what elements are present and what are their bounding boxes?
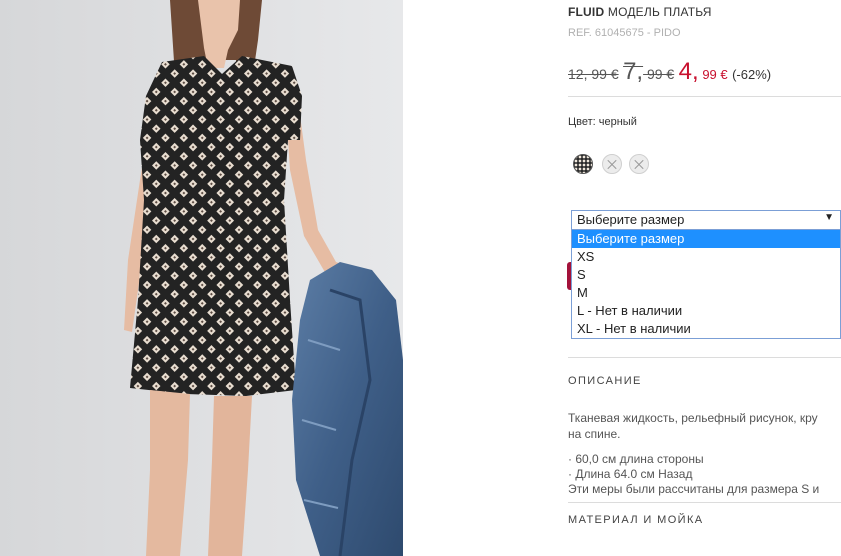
color-label: Цвет: черный xyxy=(568,116,637,128)
size-option-m[interactable]: M xyxy=(572,284,840,302)
measure-side-length: · 60,0 см длина стороны xyxy=(568,452,704,466)
product-ref: REF. 61045675 - PIDO xyxy=(568,27,681,39)
materials-heading[interactable]: МАТЕРИАЛ И МОЙКА xyxy=(568,514,704,526)
divider xyxy=(568,357,841,358)
size-select[interactable]: Выберите размер ▼ xyxy=(571,210,841,230)
color-swatch-unavailable[interactable] xyxy=(602,154,622,174)
color-swatch-unavailable[interactable] xyxy=(629,154,649,174)
color-swatch-black[interactable] xyxy=(573,154,593,174)
size-option-xs[interactable]: XS xyxy=(572,248,840,266)
price-block: 12, 99 € 7, 99 € 4, 99 € (-62%) xyxy=(568,58,771,86)
size-option-l[interactable]: L - Нет в наличии xyxy=(572,302,840,320)
size-option-s[interactable]: S xyxy=(572,266,840,284)
description-text-line2: на спине. xyxy=(568,427,621,441)
size-option-xl[interactable]: XL - Нет в наличии xyxy=(572,320,840,338)
chevron-down-icon[interactable]: ▼ xyxy=(824,212,834,223)
size-select-value: Выберите размер xyxy=(577,212,685,227)
size-option-placeholder[interactable]: Выберите размер xyxy=(572,230,840,248)
measure-back-length: · Длина 64.0 см Назад xyxy=(568,467,693,481)
divider xyxy=(568,502,841,503)
sale-price-main: 4, xyxy=(678,58,699,85)
description-heading[interactable]: ОПИСАНИЕ xyxy=(568,375,642,387)
discount-badge: (-62%) xyxy=(732,67,772,82)
sale-price: 4, 99 € xyxy=(679,58,728,85)
model-label: МОДЕЛЬ ПЛАТЬЯ xyxy=(607,5,712,19)
previous-price-main: 7, xyxy=(623,58,644,85)
measure-note: Эти меры были рассчитаны для размера S и xyxy=(568,482,820,496)
product-title: FLUID МОДЕЛЬ ПЛАТЬЯ xyxy=(568,5,712,19)
original-price: 12, 99 € xyxy=(568,66,619,82)
size-dropdown-list[interactable]: Выберите размер XS S M L - Нет в наличии… xyxy=(571,229,841,339)
sale-price-cents: 99 € xyxy=(702,67,728,82)
previous-price-cents: 99 € xyxy=(646,66,675,82)
brand-name: FLUID xyxy=(568,5,605,19)
description-text-line1: Тканевая жидкость, рельефный рисунок, кр… xyxy=(568,411,818,425)
divider xyxy=(568,96,841,97)
product-photo[interactable] xyxy=(0,0,403,556)
previous-price: 7, 99 € xyxy=(623,58,675,85)
